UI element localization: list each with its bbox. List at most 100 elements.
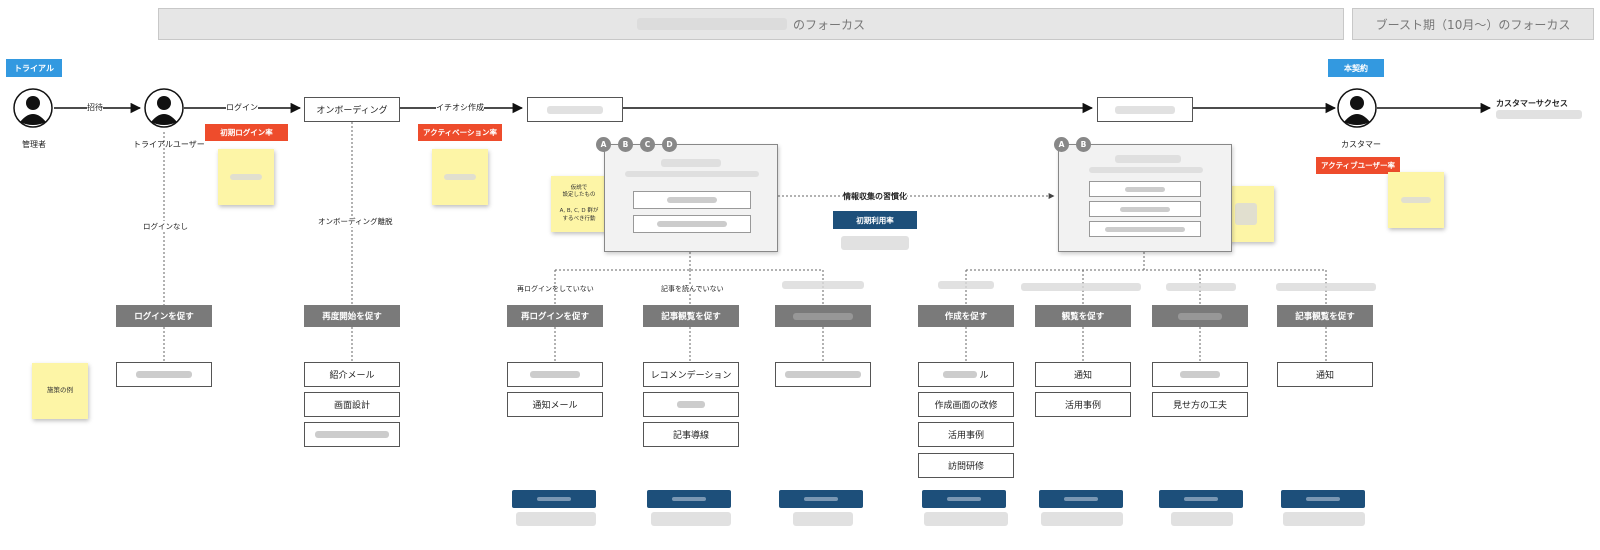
sticky-note-hypothesis: 仮説で 設定したもの A, B, C, D 群が するべき行動	[551, 176, 607, 232]
measure-blurred-col3	[775, 362, 871, 387]
measure-notify-mail: 通知メール	[507, 392, 603, 417]
phase-banner-right-label: ブースト期（10月〜）のフォーカス	[1375, 17, 1571, 32]
blurred-action-text	[793, 312, 853, 320]
blurred-sticky-right-a	[1235, 203, 1257, 225]
phase-banner-right: ブースト期（10月〜）のフォーカス	[1352, 8, 1594, 40]
bottom-metric-5-blur	[1064, 497, 1098, 502]
stage-box-1	[527, 97, 623, 122]
measure-screen-design: 画面設計	[304, 392, 400, 417]
measure-recommendation-label: レコメンデーション	[650, 371, 732, 381]
blurred-panel-left-sub	[625, 171, 759, 177]
promote-view-action: 観覧を促す	[1035, 305, 1131, 327]
blurred-branch-3	[782, 281, 864, 289]
panel-left-item-2	[633, 215, 751, 233]
blurred-success-sub	[1496, 110, 1582, 119]
measure-use-case-1-label: 活用事例	[947, 431, 984, 441]
blurred-measure-rule	[943, 371, 978, 378]
blurred-phase-name	[636, 18, 787, 30]
blurred-action-2	[1152, 305, 1248, 327]
stage-box-2	[1097, 97, 1193, 122]
bottom-metric-3-caption	[793, 512, 853, 526]
measure-article-flow: 記事導線	[643, 422, 739, 447]
measure-notify-2-label: 通知	[1315, 371, 1334, 381]
activation-rate-badge: アクティベーション率	[418, 124, 502, 141]
onboarding-box: オンボーディング	[304, 97, 400, 122]
bottom-metric-4-blur	[947, 497, 981, 502]
measure-read-blurred	[643, 392, 739, 417]
bottom-metric-1-caption	[516, 512, 596, 526]
measure-blurred-col8	[1152, 362, 1248, 387]
blurred-measure-read	[677, 401, 705, 408]
segment-circle-d-left: D	[662, 137, 677, 152]
promote-login-action: ログインを促す	[116, 305, 212, 327]
bottom-metric-5	[1039, 490, 1123, 508]
admin-label: 管理者	[22, 140, 46, 149]
measure-visit-training-label: 訪問研修	[947, 462, 984, 472]
measure-onboarding-blurred	[304, 422, 400, 447]
connector-lines	[54, 102, 1492, 362]
no-login-label: ログインなし	[143, 221, 188, 232]
bottom-metric-7	[1281, 490, 1365, 508]
trial-user-avatar-icon	[144, 88, 184, 128]
bottom-metric-3-blur	[804, 497, 838, 502]
segment-circle-a-left: A	[596, 137, 611, 152]
sticky-example-text: 施策の例	[47, 386, 73, 395]
panel-left-item-1	[633, 191, 751, 209]
initial-use-rate-badge: 初期利用率	[833, 211, 917, 229]
bottom-metric-3	[779, 490, 863, 508]
trial-tag: トライアル	[6, 59, 62, 77]
blurred-sticky-customer	[1401, 197, 1431, 203]
blurred-action	[775, 305, 871, 327]
measure-use-case-2-label: 活用事例	[1064, 401, 1101, 411]
onboarding-drop-label: オンボーディング離脱	[318, 216, 393, 227]
bottom-metric-2-blur	[672, 497, 706, 502]
measure-article-flow-label: 記事導線	[672, 431, 709, 441]
bottom-metric-4	[922, 490, 1006, 508]
measure-use-case-1: 活用事例	[918, 422, 1014, 447]
blurred-panel-right-item-3	[1105, 226, 1185, 232]
segment-circle-b-right: B	[1076, 137, 1091, 152]
blurred-measure-onboarding	[315, 431, 389, 438]
blurred-initial-use-value	[841, 236, 909, 250]
bottom-metric-4-caption	[924, 512, 1008, 526]
blurred-stage-2	[1115, 105, 1175, 114]
phase-banner-left: のフォーカス	[158, 8, 1344, 40]
blurred-measure-col3	[785, 371, 861, 378]
bottom-metric-6	[1159, 490, 1243, 508]
blurred-measure-col8	[1180, 371, 1220, 378]
invite-label: 招待	[87, 102, 103, 113]
measure-visit-training: 訪問研修	[918, 453, 1014, 478]
customer-label: カスタマー	[1341, 140, 1381, 149]
bottom-metric-2-caption	[651, 512, 731, 526]
sticky-note-activation	[432, 149, 488, 205]
measure-notify-2: 通知	[1277, 362, 1373, 387]
bottom-metric-7-caption	[1283, 512, 1365, 526]
measure-rule: ル	[918, 362, 1014, 387]
promote-read-action-1: 記事観覧を促す	[643, 305, 739, 327]
measure-show-design-label: 見せ方の工夫	[1172, 401, 1227, 411]
measure-show-design: 見せ方の工夫	[1152, 392, 1248, 417]
blurred-panel-right-sub	[1089, 167, 1203, 173]
bottom-metric-7-blur	[1306, 497, 1340, 502]
promote-create-action: 作成を促す	[918, 305, 1014, 327]
blurred-panel-left-title	[661, 159, 721, 167]
blurred-branch-5	[1021, 283, 1141, 291]
bottom-metric-5-caption	[1041, 512, 1123, 526]
not-read-label: 記事を読んでいない	[661, 284, 724, 294]
blurred-branch-6	[1166, 283, 1236, 291]
blurred-measure-login-1	[136, 371, 192, 378]
measure-notify-mail-label: 通知メール	[532, 401, 578, 411]
phase-banner-left-label: のフォーカス	[792, 17, 865, 32]
measure-use-case-2: 活用事例	[1035, 392, 1131, 417]
admin-avatar-icon	[13, 88, 53, 128]
bottom-metric-6-caption	[1171, 512, 1233, 526]
measure-screen-design-label: 画面設計	[333, 401, 370, 411]
promote-relogin-action: 再ログインを促す	[507, 305, 603, 327]
not-relogin-label: 再ログインをしていない	[517, 284, 594, 294]
panel-right-item-2	[1089, 201, 1201, 217]
measure-login-1	[116, 362, 212, 387]
customer-avatar-icon	[1337, 88, 1377, 128]
info-habit-label: 情報収集の習慣化	[843, 191, 907, 202]
customer-success-label: カスタマーサクセス	[1496, 99, 1568, 108]
ichioshi-label: イチオシ作成	[436, 102, 484, 113]
